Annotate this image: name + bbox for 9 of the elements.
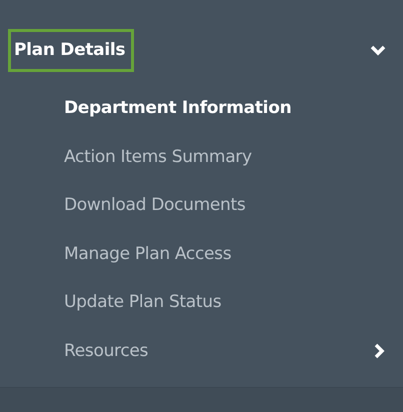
menu-item[interactable]: Update Plan Status [64, 292, 222, 312]
chevron-icon[interactable] [374, 342, 386, 359]
section-header[interactable]: Plan Details [8, 29, 134, 72]
menu-item[interactable]: Department Information [64, 98, 292, 118]
menu-item[interactable]: Manage Plan Access [64, 244, 232, 264]
chevron-icon[interactable] [370, 44, 386, 56]
menu-item[interactable]: Resources [64, 340, 148, 361]
menu-item[interactable]: Download Documents [64, 195, 246, 216]
menu-item[interactable]: Action Items Summary [64, 146, 252, 167]
